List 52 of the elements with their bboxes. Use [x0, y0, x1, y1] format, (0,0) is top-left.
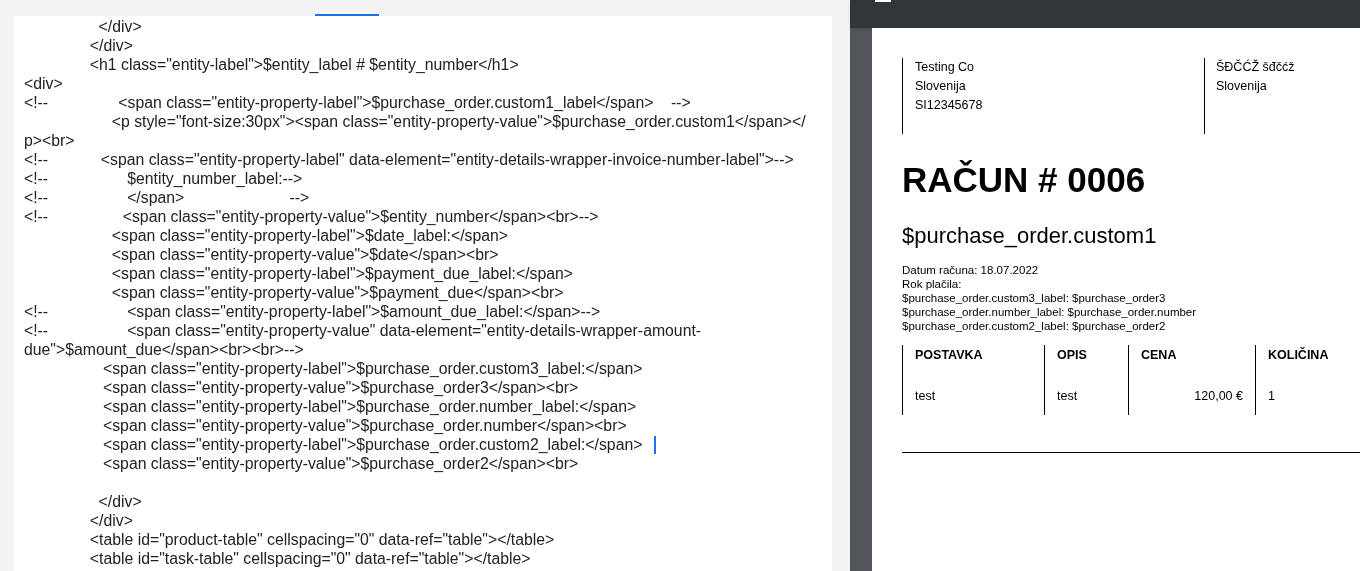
- code-editor[interactable]: [14, 16, 832, 571]
- code-line: </div>: [97, 17, 142, 36]
- code-line: <span class="entity-property-label">$payment_due_label:</span>: [110, 264, 574, 283]
- code-line: <h1 class="entity-label">$entity_label # $entity_number</h1>: [88, 55, 519, 74]
- column-header: OPIS: [1056, 347, 1088, 364]
- menu-icon[interactable]: [875, 0, 891, 4]
- code-line: <!-- <span class="entity-property-value" data-element="entity-details-wrapper-amount-: [24, 321, 702, 340]
- code-line: due">$amount_due</span><br><br>-->: [24, 340, 304, 359]
- detail-line: Datum računa: 18.07.2022: [902, 263, 1040, 277]
- table-cell-text: test: [914, 388, 937, 406]
- code-line: <span class="entity-property-value">$payment_due</span><br>: [110, 283, 564, 302]
- table-cell-text: test: [1056, 388, 1079, 406]
- column-header: CENA: [1140, 347, 1178, 364]
- column-header: KOLIČINA: [1267, 346, 1330, 364]
- detail-line: $purchase_order.number_label: $purchase_order.number: [902, 305, 1198, 319]
- code-line: <span class="entity-property-value">$date</span><br>: [110, 245, 499, 264]
- sender-line: SI12345678: [915, 97, 984, 114]
- code-line: <table id="product-table" cellspacing="0" data-ref="table"></table>: [88, 530, 555, 549]
- invoice-subtitle: $purchase_order.custom1: [902, 222, 1158, 250]
- table-cell-text: 120,00 €: [1193, 388, 1244, 406]
- detail-line: $purchase_order.custom2_label: $purchase_order2: [902, 319, 1167, 333]
- table-cell-text: 1: [1267, 388, 1276, 406]
- text-cursor: [654, 435, 657, 454]
- code-line: </div>: [97, 492, 142, 511]
- invoice-title: RAČUN # 0006: [902, 159, 1147, 201]
- column-header: POSTAVKA: [914, 347, 984, 364]
- client-line: Slovenija: [1216, 78, 1268, 95]
- detail-line: $purchase_order.custom3_label: $purchase_order3: [902, 291, 1167, 305]
- code-line: <div>: [24, 74, 63, 93]
- code-line: <span class="entity-property-value">$purchase_order2</span><br>: [102, 454, 579, 473]
- code-line: <!-- <span class="entity-property-label">$amount_due_label:</span>-->: [24, 302, 601, 321]
- code-line: <!-- <span class="entity-property-value">$entity_number</span><br>-->: [24, 207, 599, 226]
- code-line: <span class="entity-property-label">$purchase_order.custom3_label:</span>: [102, 359, 643, 378]
- code-line: <span class="entity-property-label">$date_label:</span>: [110, 226, 509, 245]
- code-line: </div>: [88, 36, 133, 55]
- code-line: <span class="entity-property-value">$purchase_order.number</span><br>: [102, 416, 627, 435]
- code-line: <!-- $entity_number_label:-->: [24, 169, 303, 188]
- detail-line: Rok plačila:: [902, 277, 963, 291]
- code-line: <span class="entity-property-label">$purchase_order.custom2_label:</span>: [102, 435, 643, 454]
- sender-line: Slovenija: [915, 78, 967, 95]
- client-line: ŠĐČĆŽ šđčćž: [1216, 58, 1295, 76]
- code-line: <!-- <span class="entity-property-label">$purchase_order.custom1_label</span> -->: [24, 93, 691, 112]
- code-line: <table id="task-table" cellspacing="0" data-ref="table"></table>: [88, 549, 531, 568]
- code-line: <span class="entity-property-value">$purchase_order3</span><br>: [102, 378, 579, 397]
- code-line: <!-- <span class="entity-property-label" data-element="entity-details-wrapper-invoice-number-label">-->: [24, 150, 794, 169]
- code-line: p><br>: [24, 131, 75, 150]
- code-line: <span class="entity-property-label">$purchase_order.number_label:</span>: [102, 397, 637, 416]
- code-line: <p style="font-size:30px"><span class="entity-property-value">$purchase_order.custom1</span></: [110, 112, 806, 131]
- code-line: <!-- </span> -->: [24, 188, 310, 207]
- code-line: </div>: [88, 511, 133, 530]
- sender-line: Testing Co: [915, 59, 976, 76]
- tab-indicator: [315, 14, 379, 16]
